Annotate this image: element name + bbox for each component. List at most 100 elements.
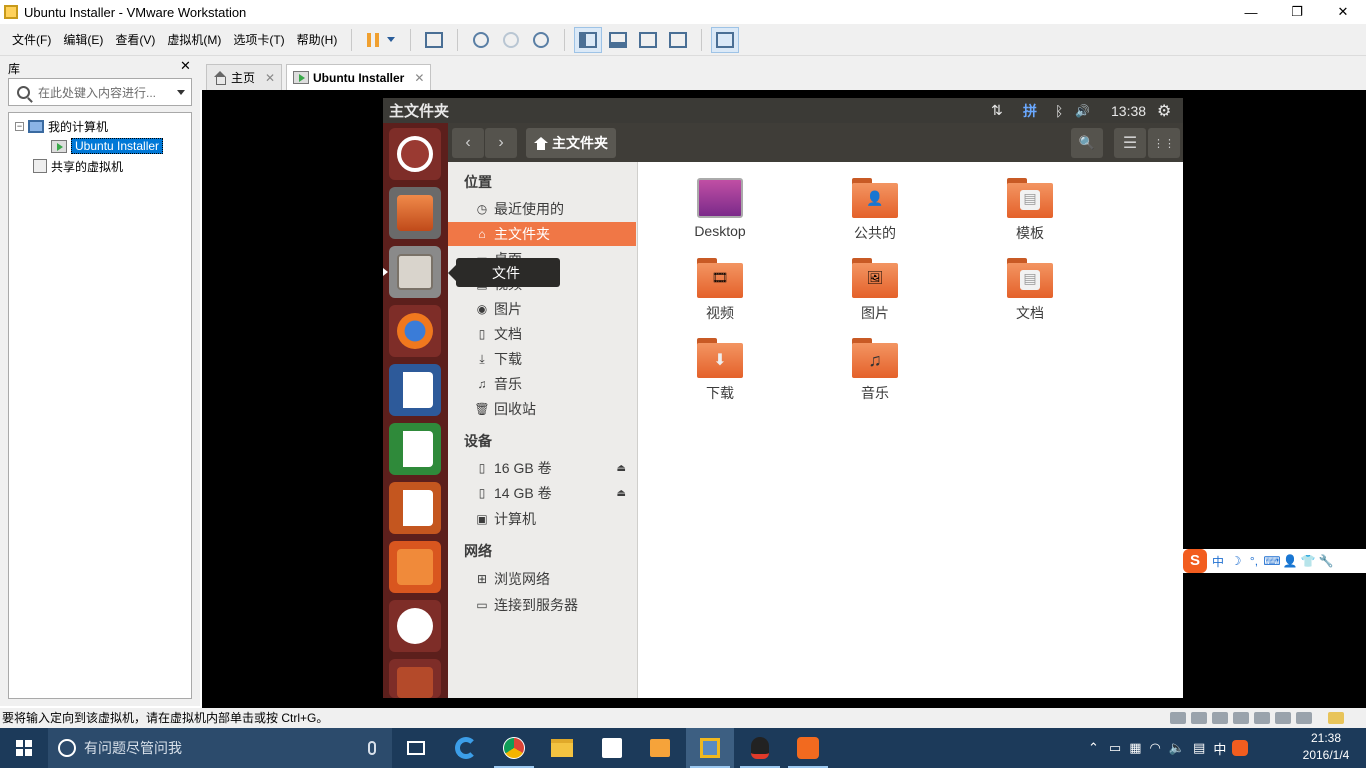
tab-home[interactable]: 主页 ✕ [206,64,283,90]
input-method-indicator[interactable]: 拼 [1023,98,1037,123]
list-view-button[interactable]: ☰ [1114,128,1146,158]
menu-view[interactable]: 查看(V) [109,24,161,56]
power-pause-button[interactable] [361,27,401,53]
library-search-input[interactable]: 在此处键入内容进行... [8,78,192,106]
library-close-button[interactable]: ✕ [180,58,191,74]
ime-language-indicator[interactable]: 中 [1213,739,1226,758]
forward-button[interactable]: › [485,128,517,158]
unity-button[interactable] [664,27,692,53]
sidebar-item-computer[interactable]: ▣ 计算机 [448,507,636,531]
launcher-impress[interactable] [389,482,441,534]
send-ctrl-alt-del-button[interactable] [420,27,448,53]
wrench-icon[interactable]: 🔧 [1317,554,1335,568]
menu-edit[interactable]: 编辑(E) [57,24,109,56]
bluetooth-icon[interactable]: ᛒ [1055,98,1063,123]
revert-snapshot-button[interactable] [497,27,525,53]
maximize-button[interactable]: ❐ [1274,0,1320,24]
punctuation-icon[interactable]: °, [1245,554,1263,568]
file-item-documents[interactable]: ▤ 文档 [975,258,1085,323]
sidebar-item-14gb-volume[interactable]: ▯ 14 GB 卷 ⏏ [448,481,636,505]
grid-view-button[interactable]: ⋮⋮ [1148,128,1180,158]
tab-ubuntu-installer[interactable]: Ubuntu Installer ✕ [286,64,432,90]
taskbar-qq[interactable] [736,728,784,768]
file-item-music[interactable]: ♫ 音乐 [820,338,930,403]
launcher-installer[interactable] [389,187,441,239]
sidebar-item-connect-server[interactable]: ▭ 连接到服务器 [448,593,636,617]
file-item-desktop[interactable]: Desktop [665,178,775,239]
menu-file[interactable]: 文件(F) [6,24,57,56]
message-log-icon[interactable] [1328,712,1344,724]
chevron-down-icon[interactable] [177,89,185,95]
tray-app-icon[interactable]: ▦ [1129,740,1141,756]
network-indicator-icon[interactable]: ⇅ [991,98,1003,123]
moon-icon[interactable]: ☽ [1227,554,1245,568]
microphone-icon[interactable] [368,741,376,755]
sidebar-item-trash[interactable]: 🗑 回收站 [448,397,636,421]
taskbar-sogou-app[interactable] [784,728,832,768]
menu-vm[interactable]: 虚拟机(M) [161,24,227,56]
sogou-logo-icon[interactable]: S [1183,549,1207,573]
taskbar-clock[interactable]: 21:38 2016/1/4 [1294,730,1358,764]
display-icon[interactable] [1296,712,1312,724]
printer-icon[interactable] [1233,712,1249,724]
task-view-button[interactable] [392,728,440,768]
taskbar-chrome[interactable] [490,728,538,768]
start-button[interactable] [0,728,48,768]
eject-icon[interactable]: ⏏ [617,488,626,499]
keyboard-icon[interactable]: ⌨ [1263,554,1281,568]
taskbar-vmware[interactable] [686,728,734,768]
thumbnail-bar-button[interactable] [604,27,632,53]
battery-icon[interactable]: ▭ [1109,740,1121,756]
file-item-videos[interactable]: 🎞 视频 [665,258,775,323]
path-bar-home[interactable]: 主文件夹 [526,128,616,158]
console-view-button[interactable] [711,26,740,53]
launcher-system-settings[interactable] [389,659,441,698]
launcher-amazon[interactable] [389,600,441,652]
sidebar-item-recent[interactable]: ◷ 最近使用的 [448,197,636,221]
hard-disk-icon[interactable] [1170,712,1186,724]
cortana-search-box[interactable]: 有问题尽管问我 [48,728,392,768]
sidebar-item-pictures[interactable]: ◉ 图片 [448,297,636,321]
sidebar-item-documents[interactable]: ▯ 文档 [448,322,636,346]
file-item-public[interactable]: 👤 公共的 [820,178,930,243]
sidebar-item-16gb-volume[interactable]: ▯ 16 GB 卷 ⏏ [448,456,636,480]
tree-item-ubuntu-installer[interactable]: Ubuntu Installer [51,137,164,155]
launcher-software-center[interactable] [389,541,441,593]
sidebar-item-browse-network[interactable]: ⊞ 浏览网络 [448,567,636,591]
tree-item-my-computer[interactable]: − 我的计算机 [15,117,108,135]
taskbar-store[interactable] [588,728,636,768]
sogou-tray-icon[interactable] [1232,740,1249,756]
file-item-downloads[interactable]: ⬇ 下载 [665,338,775,403]
network-adapter-icon[interactable] [1212,712,1228,724]
clock-indicator[interactable]: 13:38 [1111,98,1146,123]
minimize-button[interactable]: — [1228,0,1274,24]
taskbar-edge[interactable] [442,728,490,768]
user-icon[interactable]: 👤 [1281,554,1299,568]
usb-device-icon[interactable] [1254,712,1270,724]
sound-card-icon[interactable] [1275,712,1291,724]
gear-icon[interactable]: ⚙ [1157,98,1171,123]
sidebar-item-music[interactable]: ♫ 音乐 [448,372,636,396]
eject-icon[interactable]: ⏏ [617,463,626,474]
volume-icon[interactable]: 🔊 [1075,98,1090,123]
search-button[interactable]: 🔍 [1071,128,1103,158]
skin-icon[interactable]: 👕 [1299,554,1317,568]
launcher-dash[interactable] [389,128,441,180]
show-library-button[interactable] [574,26,603,53]
snapshot-manager-button[interactable] [527,27,555,53]
launcher-firefox[interactable] [389,305,441,357]
action-center-icon[interactable]: ▤ [1193,740,1205,756]
full-screen-button[interactable] [634,27,662,53]
speaker-icon[interactable]: 🔈 [1169,740,1185,756]
launcher-calc[interactable] [389,423,441,475]
taskbar-media-player[interactable] [636,728,684,768]
take-snapshot-button[interactable] [467,27,495,53]
collapse-toggle[interactable]: − [15,121,24,131]
close-button[interactable]: ✕ [1320,0,1366,24]
tab-close-button[interactable]: ✕ [265,71,275,85]
menu-help[interactable]: 帮助(H) [291,24,344,56]
file-item-pictures[interactable]: 🖼 图片 [820,258,930,323]
tree-item-shared-vms[interactable]: 共享的虚拟机 [33,157,123,175]
launcher-files[interactable] [389,246,441,298]
back-button[interactable]: ‹ [452,128,484,158]
